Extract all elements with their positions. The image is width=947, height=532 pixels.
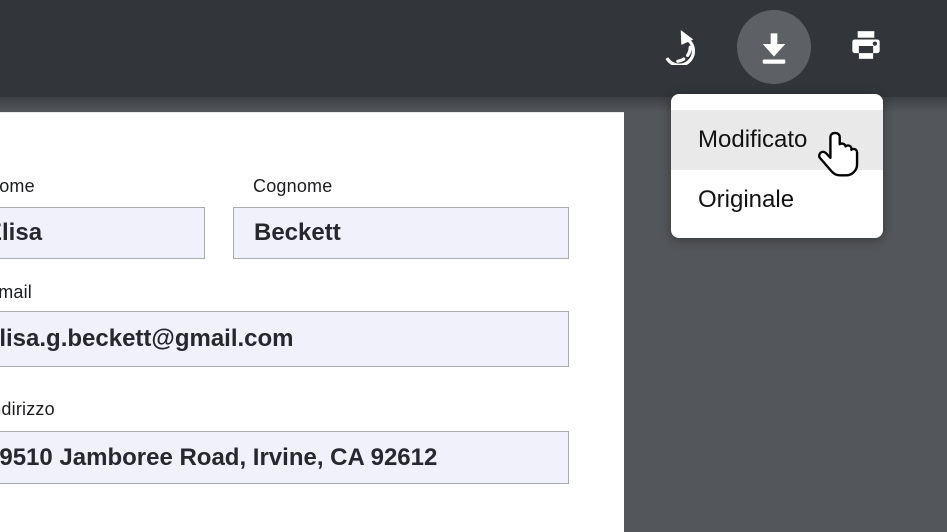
menu-item-modificato[interactable]: Modificato — [671, 110, 883, 170]
field-value-nome: Elisa — [0, 219, 42, 247]
print-button[interactable] — [844, 24, 888, 68]
document-page: Nome Elisa Cognome Beckett Email elisa.g… — [0, 112, 624, 532]
download-button[interactable] — [737, 10, 811, 84]
pdf-viewer-screen: Nome Elisa Cognome Beckett Email elisa.g… — [0, 0, 947, 532]
field-input-indirizzo[interactable]: 19510 Jamboree Road, Irvine, CA 92612 — [0, 431, 569, 484]
toolbar — [0, 0, 947, 97]
field-label-nome: Nome — [0, 175, 35, 197]
download-menu: Modificato Originale — [671, 94, 883, 238]
field-value-email: elisa.g.beckett@gmail.com — [0, 325, 294, 353]
field-label-indirizzo: Indirizzo — [0, 398, 55, 420]
field-input-cognome[interactable]: Beckett — [233, 207, 569, 259]
field-input-nome[interactable]: Elisa — [0, 207, 205, 259]
download-arrow-icon — [755, 28, 793, 66]
field-input-email[interactable]: elisa.g.beckett@gmail.com — [0, 311, 569, 367]
printer-icon — [847, 27, 885, 65]
rotate-clockwise-icon — [657, 27, 695, 65]
field-label-email: Email — [0, 281, 32, 303]
rotate-button[interactable] — [654, 24, 698, 68]
field-value-indirizzo: 19510 Jamboree Road, Irvine, CA 92612 — [0, 444, 437, 472]
field-label-cognome: Cognome — [253, 175, 332, 197]
field-value-cognome: Beckett — [234, 219, 341, 247]
menu-item-originale[interactable]: Originale — [671, 170, 883, 230]
